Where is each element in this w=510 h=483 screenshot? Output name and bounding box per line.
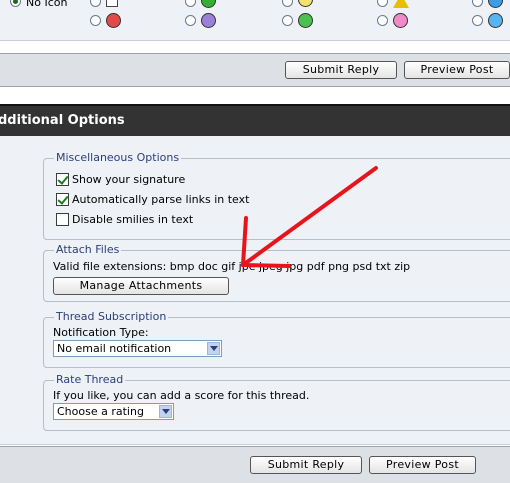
icon-radio-document[interactable] [90,0,101,7]
notification-type-value: No email notification [57,342,172,355]
manage-attachments-button[interactable]: Manage Attachments [53,277,229,295]
rating-select[interactable]: Choose a rating [53,403,174,420]
rating-value: Choose a rating [57,405,144,418]
parse-links-label: Automatically parse links in text [72,193,250,206]
no-icon-label: No Icon [26,0,68,9]
preview-post-button[interactable]: Preview Post [404,61,510,79]
chevron-down-icon[interactable] [159,405,172,418]
icon-radio-grin[interactable] [282,15,293,26]
section-title: dditional Options [0,113,125,128]
disable-smilies-label: Disable smilies in text [72,213,194,226]
misc-options-fieldset: Miscellaneous Options Show your signatur… [43,152,510,240]
thread-subscription-fieldset: Thread Subscription Notification Type: N… [43,311,510,368]
icon-radio-wink[interactable] [472,15,483,26]
blush-smiley-icon [393,13,408,28]
bottom-button-bar: Submit Reply Preview Post [0,446,510,483]
show-signature-checkbox[interactable] [56,173,69,186]
notification-type-select[interactable]: No email notification [53,340,222,357]
info-icon [488,0,503,8]
icon-radio-info[interactable] [472,0,483,7]
icon-radio-angry[interactable] [90,15,101,26]
frown-smiley-icon [201,13,216,28]
misc-options-legend: Miscellaneous Options [54,151,182,164]
additional-options-header: dditional Options [0,104,510,136]
attach-files-legend: Attach Files [54,243,122,256]
valid-extensions-text: Valid file extensions: bmp doc gif jpe j… [53,260,411,273]
show-signature-label: Show your signature [72,173,186,186]
wink-smiley-icon [488,13,503,28]
rate-thread-fieldset: Rate Thread If you like, you can add a s… [43,374,510,431]
attach-files-fieldset: Attach Files Valid file extensions: bmp … [43,244,510,302]
warning-icon [393,0,409,8]
submit-reply-button[interactable]: Submit Reply [250,456,362,474]
lightbulb-icon [298,0,313,7]
icon-radio-warning[interactable] [377,0,388,7]
submit-reply-button[interactable]: Submit Reply [285,61,397,79]
top-button-bar: Submit Reply Preview Post [0,53,510,87]
icon-radio-frown[interactable] [185,15,196,26]
icon-radio-blush[interactable] [377,15,388,26]
document-icon [106,0,118,7]
grin-smiley-icon [298,13,313,28]
icon-radio-lightbulb[interactable] [282,0,293,7]
options-panel: Miscellaneous Options Show your signatur… [0,136,510,445]
rate-thread-legend: Rate Thread [54,373,126,386]
thread-subscription-legend: Thread Subscription [54,310,169,323]
parse-links-checkbox[interactable] [56,193,69,206]
chevron-down-icon[interactable] [207,342,220,355]
check-smiley-icon [201,0,216,8]
rating-prompt-text: If you like, you can add a score for thi… [53,389,310,402]
preview-post-button[interactable]: Preview Post [369,456,476,474]
disable-smilies-checkbox[interactable] [56,213,69,226]
icon-radio-no-icon[interactable] [10,0,21,7]
notification-type-label: Notification Type: [53,326,149,339]
angry-smiley-icon [106,13,121,28]
post-icon-selector: No Icon [0,0,510,41]
icon-radio-check[interactable] [185,0,196,7]
